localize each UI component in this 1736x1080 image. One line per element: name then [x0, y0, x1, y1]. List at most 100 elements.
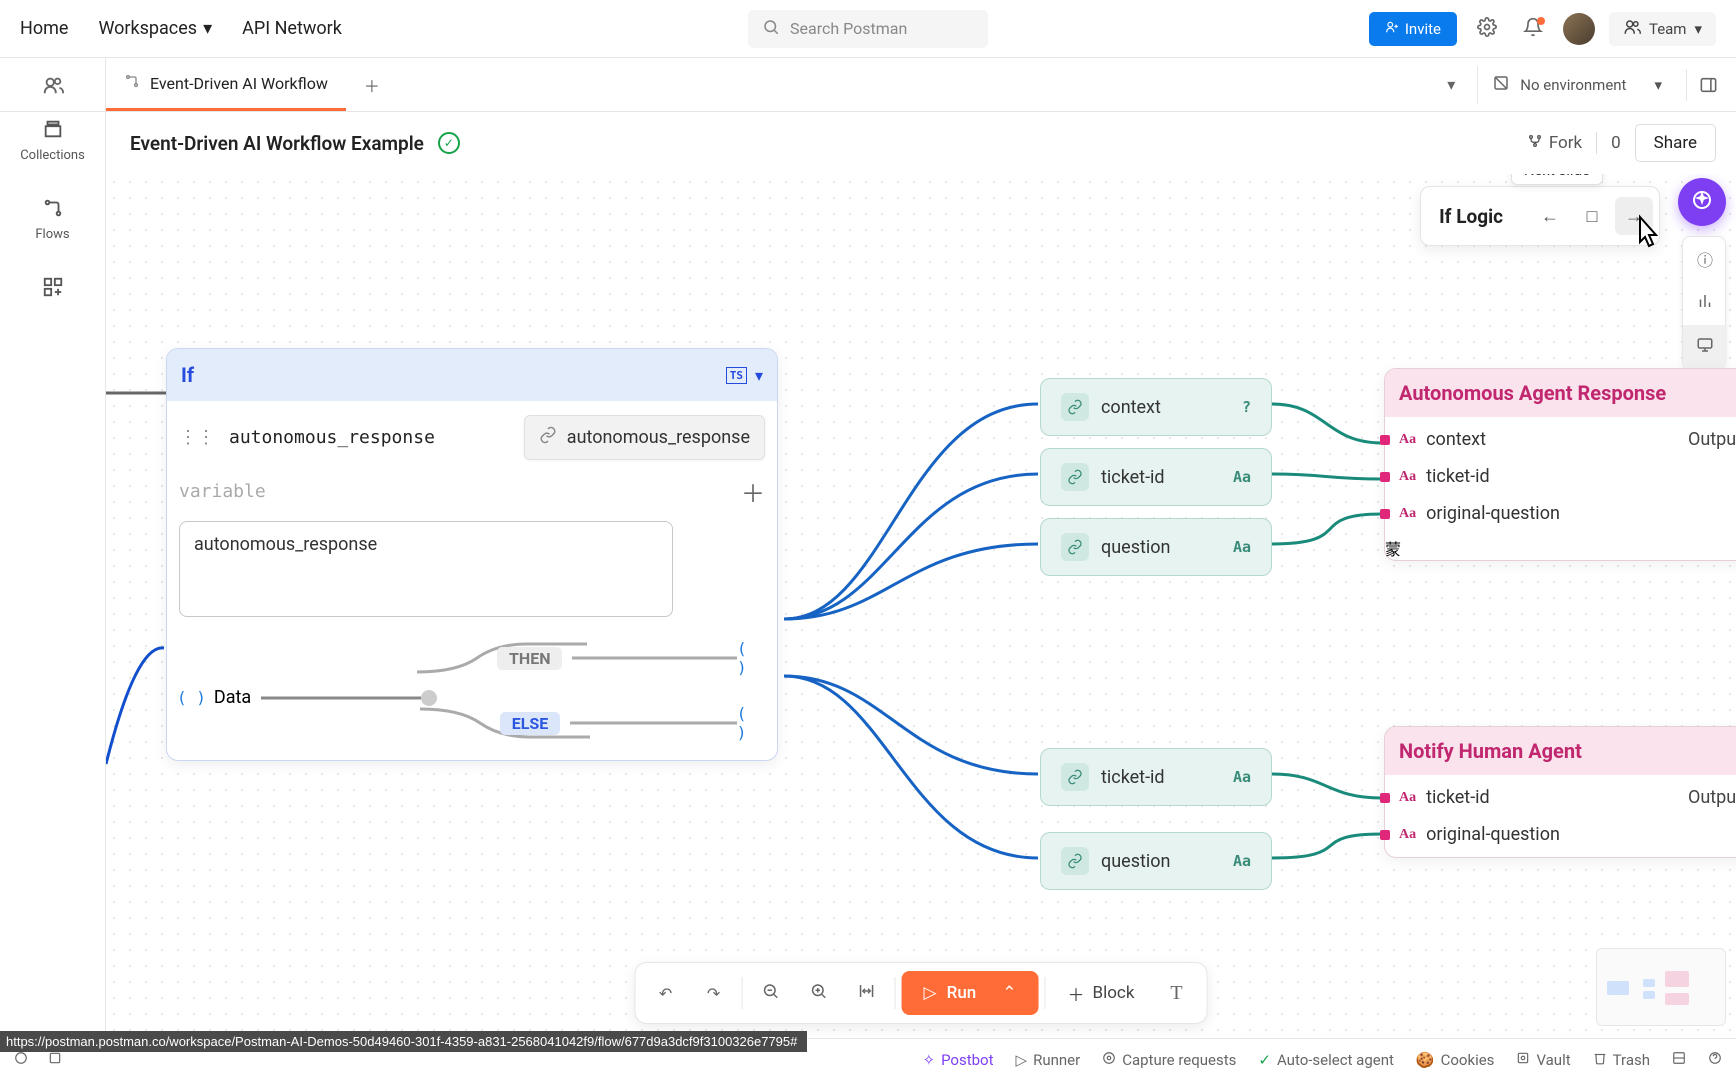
- result-node-title: Notify Human Agent: [1399, 739, 1582, 763]
- tab-dropdown[interactable]: ▾: [1435, 69, 1467, 101]
- var-chip-question-a[interactable]: question Aa: [1040, 518, 1272, 576]
- settings-button[interactable]: [1471, 13, 1503, 45]
- chevron-down-icon[interactable]: ▾: [755, 366, 763, 385]
- environment-dropdown[interactable]: No environment ▾: [1477, 66, 1676, 104]
- sidebar-toggle-icon[interactable]: [1686, 69, 1718, 101]
- presentation-button[interactable]: [1683, 325, 1727, 369]
- status-panels[interactable]: [1672, 1051, 1686, 1069]
- status-auto-select[interactable]: ✓ Auto-select agent: [1258, 1051, 1394, 1069]
- status-trash[interactable]: Trash: [1593, 1051, 1650, 1069]
- var-chip-question-b[interactable]: question Aa: [1040, 832, 1272, 890]
- add-block-button[interactable]: ＋ Block: [1052, 971, 1151, 1015]
- tab-active[interactable]: Event-Driven AI Workflow: [106, 58, 346, 111]
- sidebar-item-more[interactable]: [42, 276, 64, 302]
- text-button[interactable]: T: [1154, 971, 1198, 1015]
- tab-active-label: Event-Driven AI Workflow: [150, 74, 328, 93]
- fork-button[interactable]: Fork: [1527, 133, 1582, 154]
- nav-workspaces[interactable]: Workspaces ▾: [98, 18, 212, 39]
- activity-button[interactable]: [1683, 281, 1727, 325]
- result-row-label: original-question: [1426, 503, 1560, 524]
- run-button[interactable]: ▷ Run ⌃: [902, 971, 1039, 1015]
- block-label: Block: [1093, 983, 1135, 1003]
- toolbelt: ↶ ↷ ▷ Run ⌃ ＋ Block T: [635, 962, 1208, 1024]
- environment-label: No environment: [1520, 76, 1626, 94]
- var-chip-label: ticket-id: [1101, 767, 1221, 788]
- nav-api-network[interactable]: API Network: [242, 18, 342, 39]
- capture-label: Capture requests: [1122, 1051, 1236, 1069]
- result-row-label: ticket-id: [1426, 787, 1490, 808]
- status-sync[interactable]: [48, 1051, 62, 1069]
- redo-button[interactable]: ↷: [692, 971, 736, 1015]
- search-input[interactable]: Search Postman: [748, 10, 988, 48]
- add-variable-button[interactable]: ＋: [741, 474, 765, 509]
- flow-ai-button[interactable]: [1678, 178, 1726, 226]
- invite-label: Invite: [1405, 20, 1441, 38]
- var-chip-ticket-id-a[interactable]: ticket-id Aa: [1040, 448, 1272, 506]
- aa-type-icon: Aa: [1399, 432, 1416, 448]
- undo-button[interactable]: ↶: [644, 971, 688, 1015]
- chevron-up-icon: ⌃: [1002, 983, 1016, 1003]
- zoom-in-button[interactable]: [797, 971, 841, 1015]
- minimap[interactable]: [1596, 948, 1726, 1026]
- status-cookies[interactable]: 🍪 Cookies: [1416, 1051, 1495, 1069]
- plus-icon: ＋: [1068, 981, 1085, 1006]
- redo-icon: ↷: [707, 984, 720, 1003]
- invite-button[interactable]: Invite: [1369, 12, 1457, 46]
- notifications-button[interactable]: [1517, 13, 1549, 45]
- slide-prev-button[interactable]: ←: [1531, 197, 1569, 235]
- status-postbot[interactable]: ✧ Postbot: [922, 1051, 993, 1069]
- grid-plus-icon: [42, 276, 64, 302]
- zoom-out-button[interactable]: [749, 971, 793, 1015]
- cookies-label: Cookies: [1441, 1051, 1495, 1069]
- if-block[interactable]: If TS ▾ ⋮⋮ autonomous_response autonomou…: [166, 348, 778, 761]
- status-capture[interactable]: Capture requests: [1102, 1051, 1236, 1069]
- team-label: Team: [1649, 20, 1687, 38]
- team-dropdown[interactable]: Team ▾: [1609, 12, 1716, 46]
- variable-placeholder[interactable]: variable: [179, 481, 266, 502]
- else-output-port[interactable]: ( ): [737, 704, 765, 742]
- slide-stop-button[interactable]: □: [1573, 197, 1611, 235]
- var-chip-label: question: [1101, 851, 1221, 872]
- drag-handle-icon[interactable]: ⋮⋮: [179, 427, 215, 448]
- chevron-down-icon: ▾: [1654, 76, 1662, 94]
- var-chip-ticket-id-b[interactable]: ticket-id Aa: [1040, 748, 1272, 806]
- add-tab-button[interactable]: ＋: [346, 58, 398, 111]
- chevron-down-icon: ▾: [203, 18, 212, 39]
- link-icon: [1061, 393, 1089, 421]
- share-button[interactable]: Share: [1635, 124, 1716, 162]
- then-output-port[interactable]: ( ): [737, 639, 765, 677]
- result-node-autonomous[interactable]: Autonomous Agent Response 2 AacontextOut…: [1384, 368, 1736, 561]
- result-row-label: original-question: [1426, 824, 1560, 845]
- url-overlay: https://postman.postman.co/workspace/Pos…: [0, 1031, 807, 1052]
- help-icon: [1708, 1051, 1722, 1069]
- sidebar-flows-label: Flows: [35, 227, 69, 242]
- variable-chip-autonomous-response[interactable]: autonomous_response: [524, 415, 765, 460]
- vault-icon: [1516, 1051, 1530, 1069]
- trash-label: Trash: [1613, 1051, 1650, 1069]
- status-runner[interactable]: ▷ Runner: [1016, 1051, 1081, 1069]
- else-branch-label: ELSE: [500, 712, 561, 735]
- slide-next-button[interactable]: →: [1615, 197, 1653, 235]
- vault-label: Vault: [1536, 1051, 1570, 1069]
- avatar[interactable]: [1563, 13, 1595, 45]
- if-expression-editor[interactable]: autonomous_response: [179, 521, 673, 617]
- sidebar-item-flows[interactable]: Flows: [35, 197, 69, 242]
- fork-icon: [1527, 133, 1543, 154]
- search-icon: [762, 18, 780, 40]
- link-icon: [1061, 847, 1089, 875]
- nav-home[interactable]: Home: [20, 18, 68, 39]
- nav-workspaces-label: Workspaces: [98, 18, 197, 39]
- status-online[interactable]: [14, 1051, 28, 1069]
- aa-type-icon: Aa: [1399, 827, 1416, 843]
- aa-type-icon: Aa: [1399, 506, 1416, 522]
- sidebar-item-collections[interactable]: Collections: [20, 118, 85, 163]
- output-label: Output: [1688, 787, 1736, 808]
- var-chip-context[interactable]: context ?: [1040, 378, 1272, 436]
- info-button[interactable]: ⓘ: [1683, 237, 1727, 281]
- status-help[interactable]: [1708, 1051, 1722, 1069]
- result-node-notify-human[interactable]: Notify Human Agent 3 Aaticket-idOutput( …: [1384, 726, 1736, 858]
- fit-view-button[interactable]: [845, 971, 889, 1015]
- status-vault[interactable]: Vault: [1516, 1051, 1570, 1069]
- plus-icon: ＋: [364, 73, 380, 97]
- fork-label: Fork: [1549, 133, 1582, 153]
